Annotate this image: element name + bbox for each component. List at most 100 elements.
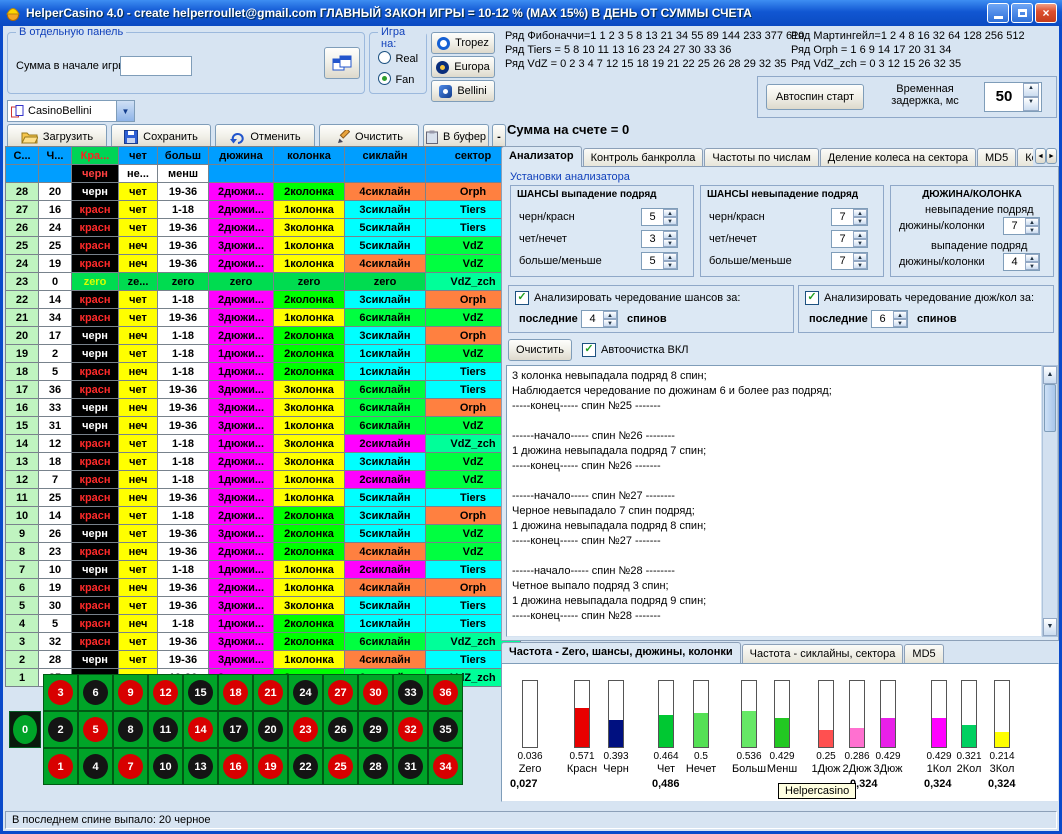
tab-number-frequencies[interactable]: Частоты по числам [704,148,818,167]
tab-frequency-md5[interactable]: MD5 [904,644,943,663]
roulette-number[interactable]: 17 [218,711,253,748]
roulette-number[interactable]: 6 [78,674,113,711]
alternation-dozens-checkbox[interactable]: ✓ Анализировать чередование дюж/кол за: [805,291,1034,305]
autospin-start-button[interactable]: Автоспин старт [766,84,864,110]
tab-scroll-right-button[interactable]: ► [1046,148,1057,164]
tab-bankroll-control[interactable]: Контроль банкролла [583,148,704,167]
roulette-number[interactable]: 25 [323,748,358,785]
scrollbar-thumb[interactable] [1044,384,1056,432]
clear-log-button[interactable]: Очистить [508,339,572,361]
spin-up-icon[interactable]: ▲ [853,253,867,261]
europa-button[interactable]: Europa [431,56,495,78]
spin-down-icon[interactable]: ▼ [603,319,617,327]
spin-down-icon[interactable]: ▼ [853,261,867,269]
spin-down-icon[interactable]: ▼ [663,217,677,225]
tab-ko[interactable]: Ко [1017,148,1033,167]
alt1-spinner[interactable]: 4 ▲▼ [581,310,618,328]
spin-down-icon[interactable]: ▼ [853,239,867,247]
spin-up-icon[interactable]: ▲ [1025,218,1039,226]
analysis-log[interactable]: 3 колонка невыпадала подряд 8 спин; Набл… [506,365,1042,637]
spin-up-icon[interactable]: ▲ [663,253,677,261]
scroll-down-icon[interactable]: ▼ [1043,618,1057,636]
roulette-number[interactable]: 18 [218,674,253,711]
roulette-number[interactable]: 16 [218,748,253,785]
roulette-number[interactable]: 2 [43,711,78,748]
minimize-button[interactable] [987,3,1009,23]
spin-up-icon[interactable]: ▲ [853,231,867,239]
radio-real-circle-icon[interactable] [378,51,391,64]
bellini-button[interactable]: Bellini [431,80,495,102]
roulette-number[interactable]: 10 [148,748,183,785]
g2-row3-spinner[interactable]: 7 ▲▼ [831,252,868,270]
spin-up-icon[interactable]: ▲ [1023,83,1039,97]
spin-down-icon[interactable]: ▼ [1023,97,1039,111]
roulette-number[interactable]: 30 [358,674,393,711]
checkbox-check-icon[interactable]: ✓ [582,343,596,357]
detach-panel-button[interactable] [324,47,360,79]
maximize-button[interactable] [1011,3,1033,23]
roulette-number[interactable]: 20 [253,711,288,748]
radio-real[interactable]: Real [378,49,418,67]
roulette-number[interactable]: 33 [393,674,428,711]
spin-down-icon[interactable]: ▼ [893,319,907,327]
roulette-number[interactable]: 22 [288,748,323,785]
roulette-number[interactable]: 14 [183,711,218,748]
chevron-down-icon[interactable]: ▼ [116,101,134,121]
roulette-number[interactable]: 13 [183,748,218,785]
roulette-number[interactable]: 36 [428,674,463,711]
roulette-number[interactable]: 23 [288,711,323,748]
tab-md5[interactable]: MD5 [977,148,1016,167]
roulette-number[interactable]: 35 [428,711,463,748]
roulette-number[interactable]: 34 [428,748,463,785]
alternation-chances-checkbox[interactable]: ✓ Анализировать чередование шансов за: [515,291,740,305]
dozen-nonoccur-spinner[interactable]: 7 ▲▼ [1003,217,1040,235]
roulette-number[interactable]: 7 [113,748,148,785]
roulette-zero[interactable]: 0 [9,711,41,748]
tab-frequency-sixlines[interactable]: Частота - сиклайны, сектора [742,644,904,663]
g1-row1-spinner[interactable]: 5 ▲▼ [641,208,678,226]
roulette-number[interactable]: 24 [288,674,323,711]
checkbox-check-icon[interactable]: ✓ [805,291,819,305]
casino-select[interactable]: CasinoBellini ▼ [7,100,135,122]
roulette-number[interactable]: 3 [43,674,78,711]
roulette-number[interactable]: 29 [358,711,393,748]
tab-scroll-left-button[interactable]: ◄ [1035,148,1046,164]
roulette-number[interactable]: 5 [78,711,113,748]
spin-down-icon[interactable]: ▼ [1025,226,1039,234]
g1-row2-spinner[interactable]: 3 ▲▼ [641,230,678,248]
roulette-number[interactable]: 11 [148,711,183,748]
roulette-number[interactable]: 8 [113,711,148,748]
tab-frequency-main[interactable]: Частота - Zero, шансы, дюжины, колонки [501,642,741,663]
roulette-number[interactable]: 26 [323,711,358,748]
roulette-number[interactable]: 9 [113,674,148,711]
tab-wheel-sectors[interactable]: Деление колеса на сектора [820,148,976,167]
g2-row2-spinner[interactable]: 7 ▲▼ [831,230,868,248]
spin-up-icon[interactable]: ▲ [603,311,617,319]
close-button[interactable]: × [1035,3,1057,23]
spin-down-icon[interactable]: ▼ [853,217,867,225]
roulette-number[interactable]: 19 [253,748,288,785]
radio-fan[interactable]: Fan [378,70,414,88]
spin-up-icon[interactable]: ▲ [893,311,907,319]
spin-up-icon[interactable]: ▲ [663,231,677,239]
roulette-number[interactable]: 27 [323,674,358,711]
spin-down-icon[interactable]: ▼ [1025,262,1039,270]
checkbox-check-icon[interactable]: ✓ [515,291,529,305]
tropez-button[interactable]: Tropez [431,32,495,54]
tab-analyzer[interactable]: Анализатор [501,146,582,167]
log-scrollbar[interactable]: ▲ ▼ [1042,365,1058,637]
spin-up-icon[interactable]: ▲ [853,209,867,217]
autoclear-checkbox[interactable]: ✓ Автоочистка ВКЛ [582,343,688,357]
dozen-occur-spinner[interactable]: 4 ▲▼ [1003,253,1040,271]
roulette-number[interactable]: 28 [358,748,393,785]
roulette-number[interactable]: 21 [253,674,288,711]
g2-row1-spinner[interactable]: 7 ▲▼ [831,208,868,226]
g1-row3-spinner[interactable]: 5 ▲▼ [641,252,678,270]
spin-up-icon[interactable]: ▲ [663,209,677,217]
alt2-spinner[interactable]: 6 ▲▼ [871,310,908,328]
scroll-up-icon[interactable]: ▲ [1043,366,1057,384]
spin-up-icon[interactable]: ▲ [1025,254,1039,262]
roulette-number[interactable]: 12 [148,674,183,711]
roulette-number[interactable]: 4 [78,748,113,785]
roulette-number[interactable]: 15 [183,674,218,711]
